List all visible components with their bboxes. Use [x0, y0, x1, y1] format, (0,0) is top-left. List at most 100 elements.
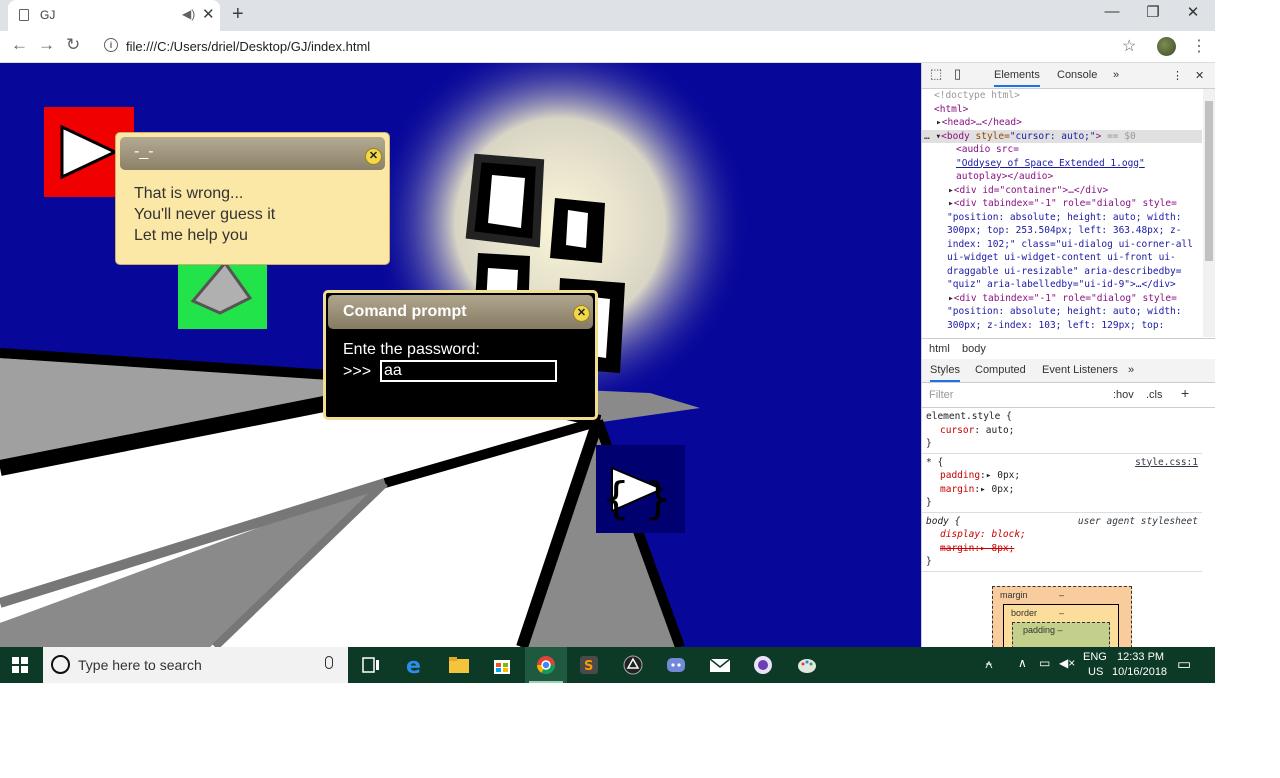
store-icon[interactable] [491, 655, 513, 675]
tab-console[interactable]: Console [1057, 69, 1097, 81]
close-icon[interactable]: ✕ [365, 148, 382, 165]
rule-source-link[interactable]: style.css:1 [1135, 456, 1198, 470]
dom-line[interactable]: <div id="container">…</div> [954, 185, 1108, 196]
device-toggle-icon[interactable]: ▯ [954, 66, 961, 82]
dom-scrollbar[interactable] [1203, 89, 1215, 337]
language-line-2[interactable]: US [1088, 666, 1103, 678]
arrow-left-icon[interactable]: ← [11, 35, 28, 55]
inspect-icon[interactable]: ⬚ [930, 66, 942, 82]
dom-line[interactable]: <body [941, 131, 970, 142]
volume-mute-icon[interactable]: ◀× [1059, 656, 1075, 670]
sublime-text-icon[interactable]: S [578, 655, 600, 675]
dialog-titlebar[interactable]: Comand prompt ✕ [328, 295, 593, 329]
dom-line[interactable]: <html> [934, 104, 968, 115]
rule-body[interactable]: body { user agent stylesheet display: bl… [922, 513, 1202, 572]
mail-icon[interactable] [709, 655, 731, 675]
battery-icon[interactable]: ▭ [1039, 656, 1050, 670]
styles-tabbar: Styles Computed Event Listeners » [922, 359, 1215, 383]
dom-tree[interactable]: <!doctype html> <html> ▸<head>…</head> …… [922, 89, 1202, 337]
tab-elements[interactable]: Elements [994, 69, 1040, 87]
game-area[interactable]: { } -_- ✕ That is wrong... You'll never … [0, 63, 921, 647]
rule-star[interactable]: * { style.css:1 padding:▸ 0px; margin:▸ … [922, 454, 1202, 513]
tab-close-icon[interactable]: ✕ [202, 5, 215, 23]
kebab-icon[interactable]: ⋮ [1172, 69, 1183, 82]
close-icon[interactable]: ✕ [573, 305, 590, 322]
dom-line[interactable]: <head>…</head> [942, 117, 1022, 128]
command-prompt-dialog[interactable]: Comand prompt ✕ Ente the password: >>> [323, 290, 598, 420]
clock-time[interactable]: 12:33 PM [1117, 651, 1164, 663]
dom-line[interactable]: <!doctype html> [934, 90, 1020, 101]
speaker-icon[interactable]: ◀︎) [182, 7, 195, 21]
svg-text:e: e [406, 655, 421, 675]
message-line: That is wrong... [134, 185, 244, 202]
cls-toggle[interactable]: .cls [1146, 389, 1163, 401]
app-orb-icon[interactable] [752, 655, 774, 675]
edge-icon[interactable]: e [404, 655, 426, 675]
browser-tab[interactable]: GJ ◀︎) ✕ [8, 0, 220, 31]
restore-button[interactable]: ❐ [1138, 3, 1168, 21]
paint-icon[interactable] [796, 655, 818, 675]
notification-icon[interactable]: ▭ [1177, 655, 1191, 673]
url-text[interactable]: file:///C:/Users/driel/Desktop/GJ/index.… [126, 39, 370, 54]
tab-styles[interactable]: Styles [930, 364, 960, 382]
file-explorer-icon[interactable] [448, 655, 470, 675]
message-line: Let me help you [134, 227, 248, 244]
more-tabs-icon[interactable]: » [1113, 69, 1119, 81]
star-icon[interactable]: ☆ [1122, 36, 1136, 56]
close-window-button[interactable]: ✕ [1178, 3, 1208, 21]
screen: GJ ◀︎) ✕ + — ❐ ✕ ← → ↻ i file:///C:/User… [0, 0, 1215, 683]
close-icon[interactable]: ✕ [1195, 69, 1204, 82]
minimize-button[interactable]: — [1097, 3, 1127, 20]
dom-attr: style= [969, 130, 1010, 142]
dom-value: "cursor: auto;" [1009, 130, 1096, 142]
dialog-titlebar[interactable]: -_- ✕ [120, 137, 385, 170]
windows-start-icon[interactable] [12, 657, 28, 673]
chrome-icon[interactable] [536, 655, 556, 675]
add-rule-icon[interactable]: + [1181, 385, 1189, 401]
hov-toggle[interactable]: :hov [1113, 389, 1134, 401]
dom-line[interactable]: <div tabindex="-1" role="dialog" style= [954, 198, 1177, 209]
discord-icon[interactable] [665, 655, 687, 675]
dom-line: ui-widget ui-widget-content ui-front ui- [947, 252, 1176, 263]
avatar[interactable] [1157, 37, 1176, 56]
rule-element-style[interactable]: element.style { cursor: auto; } [922, 408, 1202, 454]
styles-filter: Filter :hov .cls + [922, 383, 1215, 408]
tab-computed[interactable]: Computed [975, 364, 1026, 376]
password-input[interactable] [380, 360, 557, 382]
dom-line[interactable]: <audio src= [956, 144, 1019, 155]
people-icon[interactable]: ⍲ [985, 656, 993, 672]
address-bar[interactable]: i file:///C:/Users/driel/Desktop/GJ/inde… [95, 33, 1150, 59]
windows-taskbar: Type here to search e S ⍲ ∧ ▭ ◀× ENG US … [0, 647, 1215, 683]
audio-src-link[interactable]: "Oddysey of Space Extended 1.ogg" [956, 158, 1145, 169]
svg-text:S: S [584, 659, 593, 674]
filter-input[interactable]: Filter [929, 389, 953, 401]
dom-line: draggable ui-resizable" aria-describedby… [947, 265, 1182, 277]
breadcrumb-html[interactable]: html [929, 343, 950, 355]
arrow-right-icon[interactable]: → [38, 35, 55, 55]
box-model: margin – border – padding – [992, 586, 1132, 647]
dom-line[interactable]: <div tabindex="-1" role="dialog" style= [954, 293, 1177, 304]
new-tab-button[interactable]: + [232, 3, 244, 26]
chrome-taskbar-slot[interactable] [525, 647, 567, 683]
chevron-up-icon[interactable]: ∧ [1018, 656, 1027, 670]
language-line-1[interactable]: ENG [1083, 651, 1107, 663]
tab-strip: GJ ◀︎) ✕ + — ❐ ✕ [0, 0, 1215, 31]
dom-line[interactable]: autoplay></audio> [956, 171, 1053, 182]
wrong-answer-dialog[interactable]: -_- ✕ That is wrong... You'll never gues… [115, 132, 390, 265]
cortana-icon[interactable] [51, 655, 70, 674]
page-icon [19, 9, 29, 21]
unity-icon[interactable] [622, 655, 644, 675]
browser-toolbar: ← → ↻ i file:///C:/Users/driel/Desktop/G… [0, 31, 1215, 63]
taskbar-search[interactable]: Type here to search [43, 647, 348, 683]
dom-eq: == $0 [1101, 130, 1136, 142]
box-border-value: – [1059, 608, 1065, 618]
reload-icon[interactable]: ↻ [66, 35, 80, 55]
info-icon[interactable]: i [104, 38, 118, 52]
clock-date[interactable]: 10/16/2018 [1112, 666, 1167, 678]
breadcrumb-body[interactable]: body [962, 343, 986, 355]
tab-event-listeners[interactable]: Event Listeners [1042, 364, 1118, 376]
microphone-icon[interactable] [325, 656, 333, 669]
more-tabs-icon[interactable]: » [1128, 364, 1134, 376]
task-view-icon[interactable] [360, 655, 382, 675]
kebab-icon[interactable]: ⋮ [1191, 36, 1207, 56]
